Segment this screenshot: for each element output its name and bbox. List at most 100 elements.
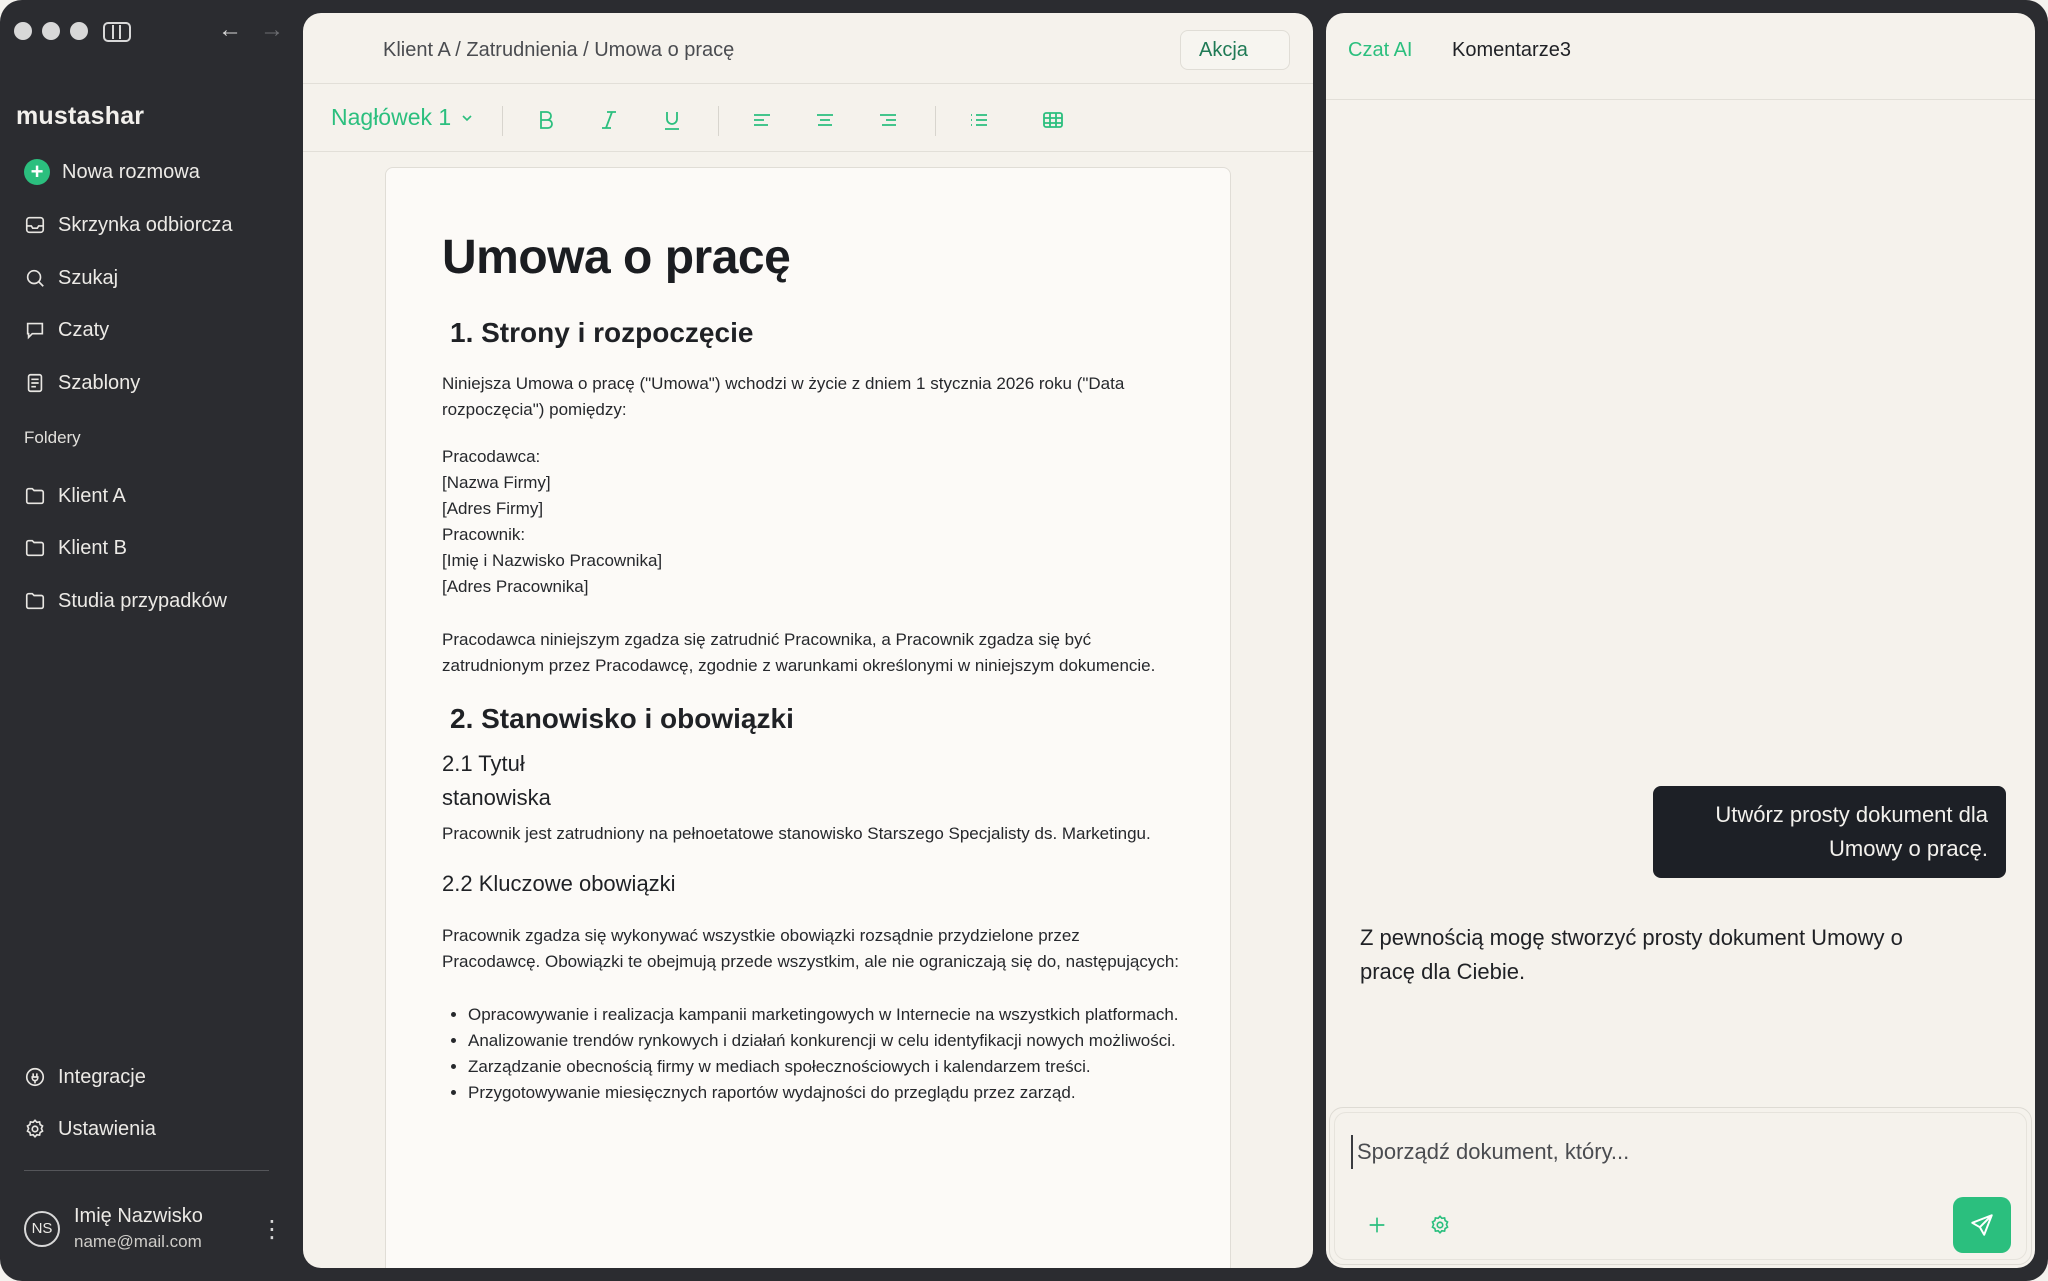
toolbar-divider xyxy=(502,106,503,136)
sidebar-item-label: Skrzynka odbiorcza xyxy=(58,213,233,236)
document-page[interactable]: Umowa o pracę 1. Strony i rozpoczęcie Ni… xyxy=(385,167,1231,1268)
align-right-icon xyxy=(880,114,896,126)
sidebar-item-label: Klient B xyxy=(58,536,127,559)
sidebar-item-templates[interactable]: Szablony xyxy=(24,367,140,399)
user-profile[interactable]: NS Imię Nazwisko name@mail.com xyxy=(24,1205,203,1252)
minimize-window-button[interactable] xyxy=(42,22,60,40)
sidebar-folder-case-studies[interactable]: Studia przypadków xyxy=(24,585,227,617)
align-left-icon xyxy=(754,114,770,126)
party-line: Pracodawca: xyxy=(442,447,541,466)
new-chat-button[interactable]: + Nowa rozmowa xyxy=(24,156,200,188)
bold-icon xyxy=(540,111,553,129)
list-item: Opracowywanie i realizacja kampanii mark… xyxy=(468,1002,1182,1028)
document-editor-panel: Klient A / Zatrudnienia / Umowa o pracę … xyxy=(303,13,1313,1268)
bold-button[interactable] xyxy=(532,106,560,134)
send-icon xyxy=(1971,1214,1993,1236)
breadcrumb[interactable]: Klient A / Zatrudnienia / Umowa o pracę xyxy=(383,39,734,62)
sidebar-item-label: Ustawienia xyxy=(58,1117,156,1140)
sidebar-item-chats[interactable]: Czaty xyxy=(24,314,109,346)
document-title: Umowa o pracę xyxy=(442,231,791,284)
editor-header: Klient A / Zatrudnienia / Umowa o pracę … xyxy=(303,13,1313,84)
section-heading: 2. Stanowisko i obowiązki xyxy=(450,703,794,734)
brand-logo: mustashar xyxy=(16,102,145,130)
underline-button[interactable] xyxy=(658,106,686,134)
subsection-heading: 2.2 Kluczowe obowiązki xyxy=(442,871,676,896)
sidebar-folder-klient-a[interactable]: Klient A xyxy=(24,480,126,512)
sidebar-divider xyxy=(24,1170,269,1171)
party-line: [Nazwa Firmy] xyxy=(442,473,551,492)
search-icon xyxy=(24,267,46,289)
plus-icon xyxy=(1369,1217,1385,1233)
italic-button[interactable] xyxy=(595,106,623,134)
composer-box xyxy=(1334,1112,2027,1260)
duties-list: Opracowywanie i realizacja kampanii mark… xyxy=(442,1002,1182,1106)
align-center-button[interactable] xyxy=(811,106,839,134)
action-button[interactable]: Akcja xyxy=(1180,30,1290,70)
send-button[interactable] xyxy=(1953,1197,2011,1253)
paragraph: Niniejsza Umowa o pracę ("Umowa") wchodz… xyxy=(442,374,1125,419)
message-input[interactable] xyxy=(1351,1135,1951,1169)
folder-icon xyxy=(24,485,46,507)
list-item: Przygotowywanie miesięcznych raportów wy… xyxy=(468,1080,1182,1106)
add-attachment-button[interactable] xyxy=(1365,1213,1389,1237)
chat-tabs: Czat AI Komentarze3 xyxy=(1326,13,2035,100)
sidebar-item-label: Integracje xyxy=(58,1065,146,1088)
sidebar-item-label: Szablony xyxy=(58,371,141,394)
sidebar-item-integrations[interactable]: Integracje xyxy=(24,1061,146,1093)
tab-ai-chat[interactable]: Czat AI xyxy=(1348,39,1412,62)
party-line: [Adres Firmy] xyxy=(442,499,544,518)
chevron-down-icon xyxy=(462,114,472,121)
user-email: name@mail.com xyxy=(74,1232,202,1251)
align-center-icon xyxy=(817,114,833,126)
avatar: NS xyxy=(24,1210,60,1247)
composer-settings-button[interactable] xyxy=(1428,1213,1452,1237)
folders-section-label: Foldery xyxy=(24,428,81,447)
more-options-icon[interactable]: ⋮ xyxy=(260,1218,284,1242)
integrations-icon xyxy=(24,1066,46,1088)
settings-icon xyxy=(24,1118,46,1140)
subsection-heading: 2.1 Tytuł stanowiska xyxy=(442,747,1182,815)
paragraph: Pracownik zgadza się wykonywać wszystkie… xyxy=(442,926,1180,971)
back-arrow-icon[interactable]: ← xyxy=(218,16,242,44)
paragraph: Pracownik jest zatrudniony na pełnoetato… xyxy=(442,824,1151,843)
toolbar-divider xyxy=(935,106,936,136)
sidebar: ← → mustashar + Nowa rozmowa Skrzynka od… xyxy=(0,0,302,1281)
sidebar-item-inbox[interactable]: Skrzynka odbiorcza xyxy=(24,209,233,241)
subsection-heading-line: 2.1 Tytuł xyxy=(442,751,525,776)
forward-arrow-icon[interactable]: → xyxy=(260,16,284,44)
paragraph: Pracodawca niniejszym zgadza się zatrudn… xyxy=(442,630,1156,675)
bullet-list-button[interactable] xyxy=(965,106,993,134)
table-icon xyxy=(1043,112,1063,128)
party-line: [Imię i Nazwisko Pracownika] xyxy=(442,551,663,570)
align-right-button[interactable] xyxy=(874,106,902,134)
heading-style-dropdown[interactable]: Nagłówek 1 xyxy=(331,104,475,131)
table-button[interactable] xyxy=(1039,106,1067,134)
folder-icon xyxy=(24,590,46,612)
bullet-list-icon xyxy=(971,114,987,126)
tab-comments[interactable]: Komentarze3 xyxy=(1452,39,1571,62)
folder-icon xyxy=(24,537,46,559)
history-navigation: ← → xyxy=(218,16,284,44)
sidebar-item-settings[interactable]: Ustawienia xyxy=(24,1113,156,1145)
sidebar-toggle-icon[interactable] xyxy=(103,22,131,42)
sidebar-item-label: Klient A xyxy=(58,484,126,507)
sidebar-item-label: Studia przypadków xyxy=(58,589,227,612)
window-controls xyxy=(14,22,88,40)
close-window-button[interactable] xyxy=(14,22,32,40)
sidebar-item-search[interactable]: Szukaj xyxy=(24,262,118,294)
list-item: Analizowanie trendów rynkowych i działań… xyxy=(468,1028,1182,1054)
align-left-button[interactable] xyxy=(748,106,776,134)
party-line: [Adres Pracownika] xyxy=(442,577,589,596)
parties-block: Pracodawca: [Nazwa Firmy] [Adres Firmy] … xyxy=(442,444,1182,600)
sidebar-item-label: Szukaj xyxy=(58,266,119,289)
plus-icon: + xyxy=(24,159,50,185)
maximize-window-button[interactable] xyxy=(70,22,88,40)
new-chat-label: Nowa rozmowa xyxy=(62,160,200,183)
template-icon xyxy=(24,372,46,394)
sidebar-folder-klient-b[interactable]: Klient B xyxy=(24,532,127,564)
subsection-heading-line: stanowiska xyxy=(442,785,551,810)
underline-icon xyxy=(665,112,679,130)
formatting-toolbar: Nagłówek 1 xyxy=(303,84,1313,152)
chat-panel: Czat AI Komentarze3 Utwórz prosty dokume… xyxy=(1326,13,2035,1268)
user-message-bubble: Utwórz prosty dokument dla Umowy o pracę… xyxy=(1653,786,2006,878)
